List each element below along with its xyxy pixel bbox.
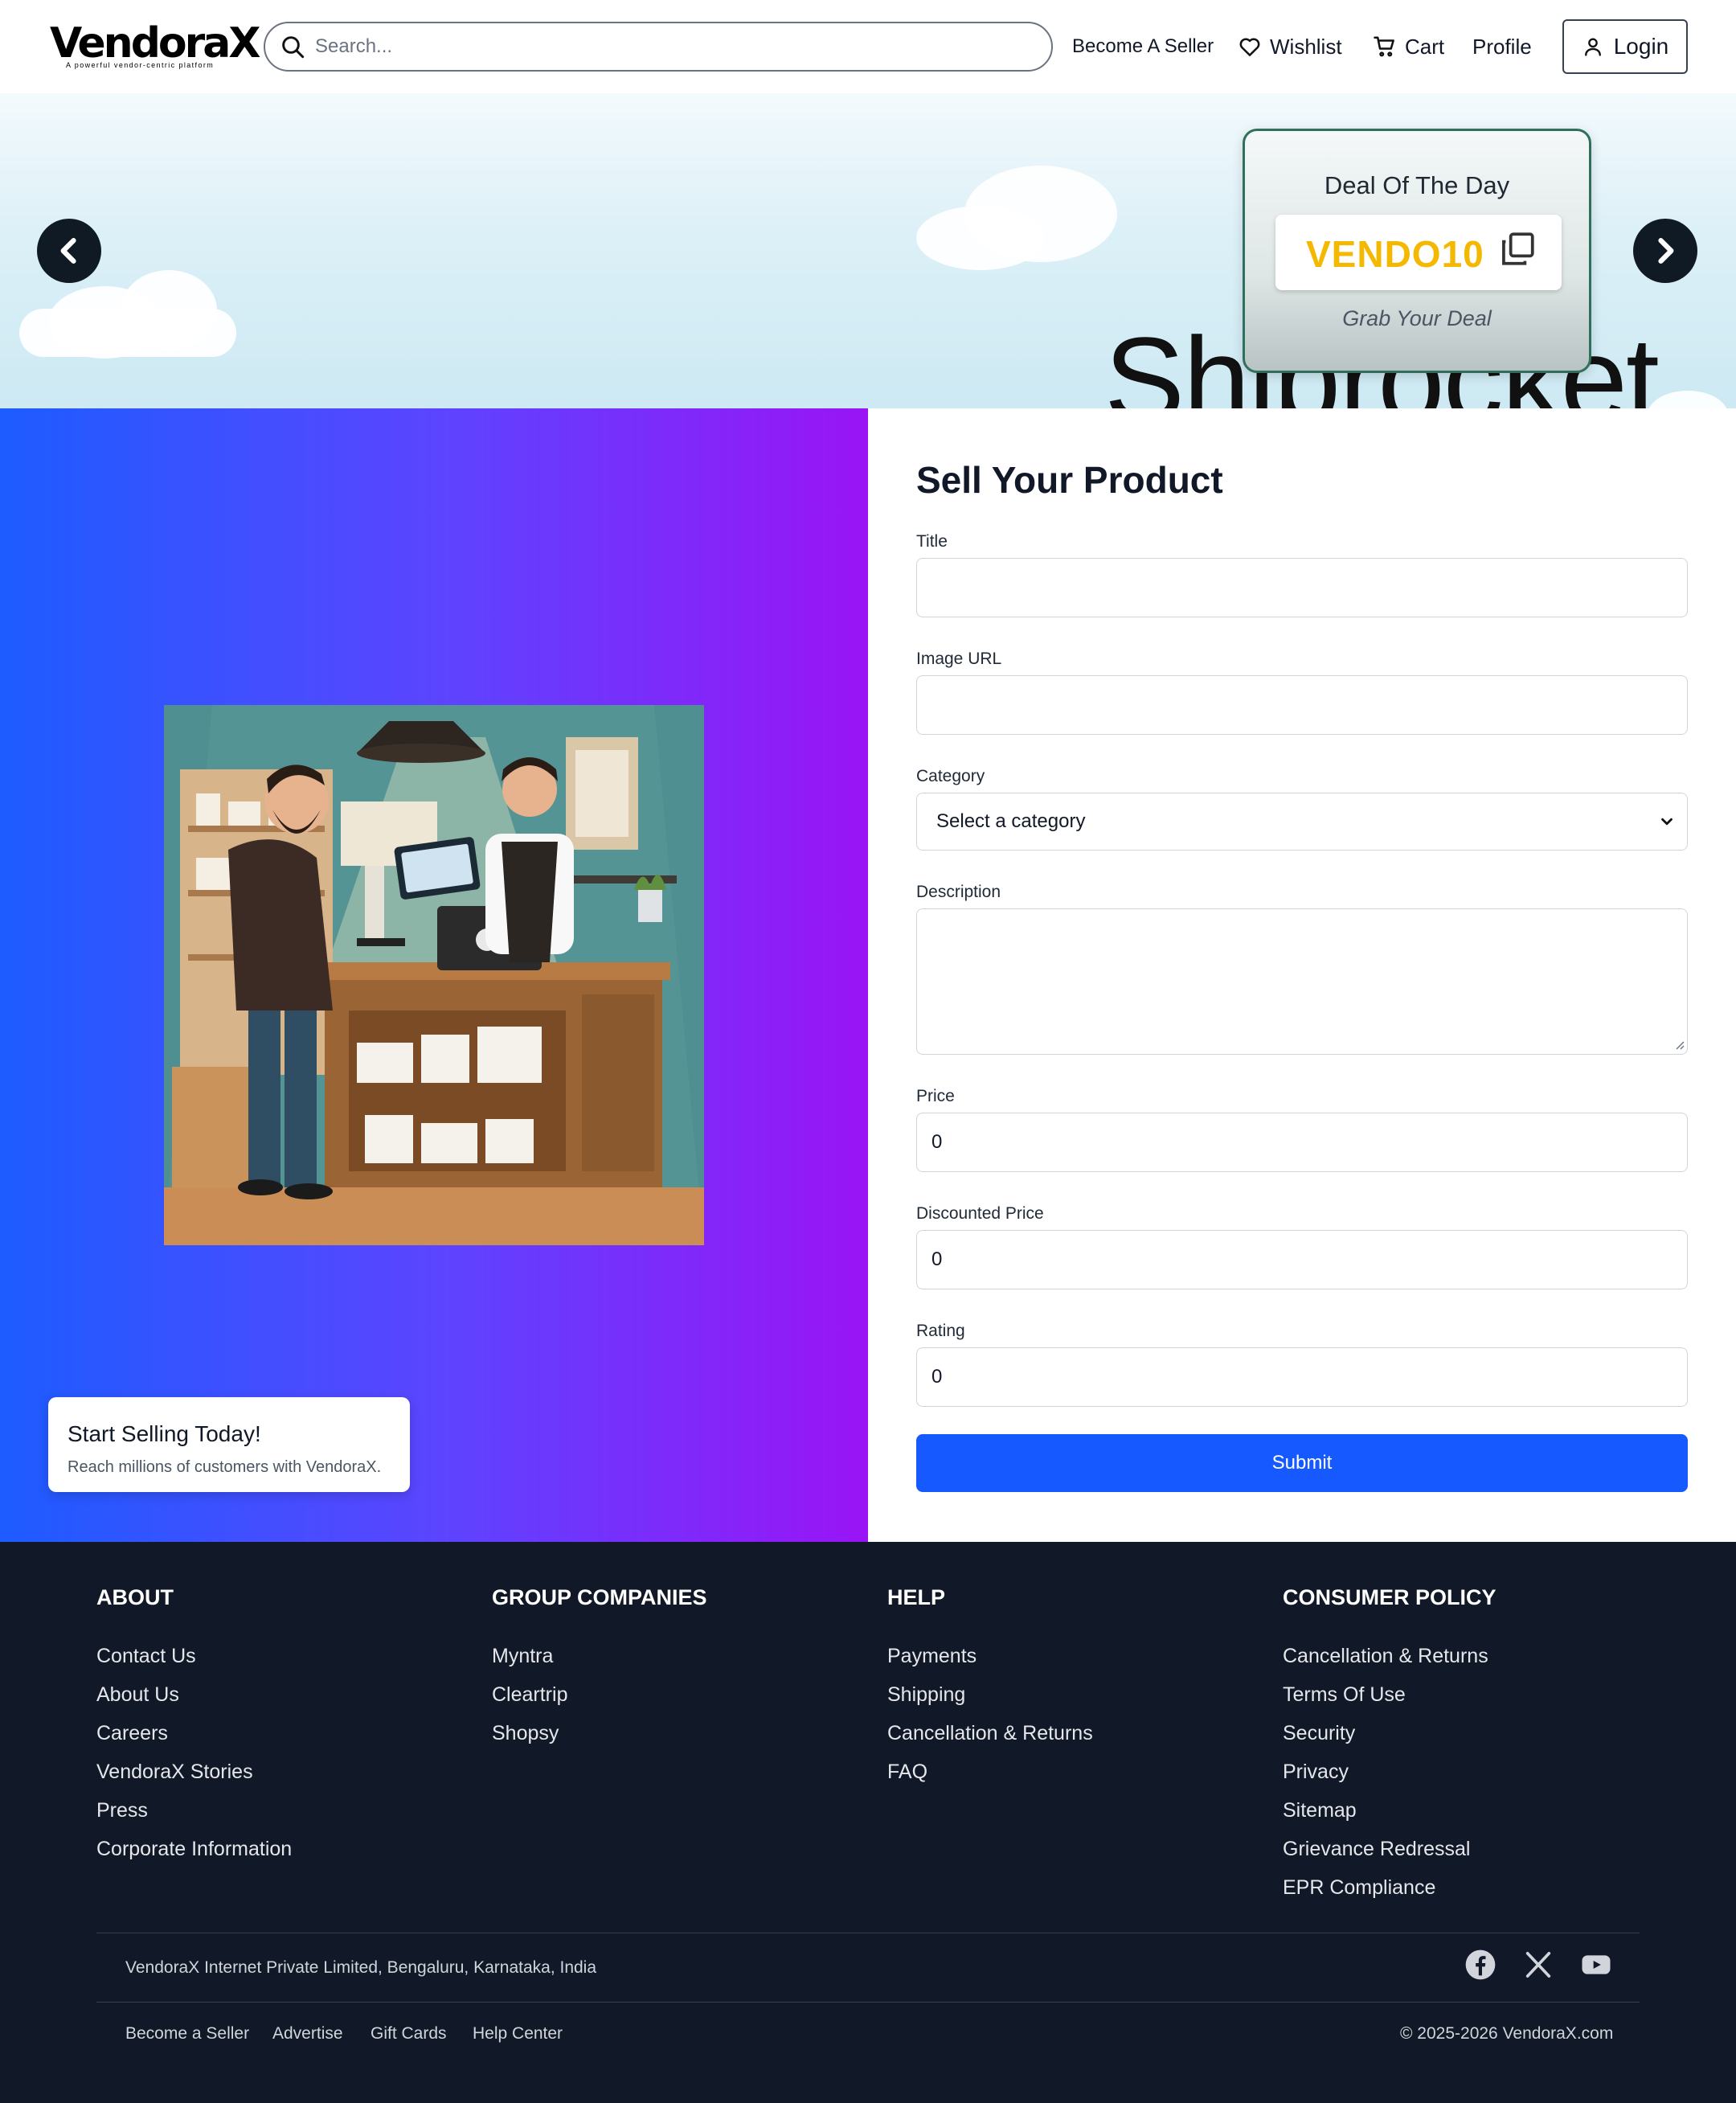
profile-label: Profile [1472, 34, 1532, 59]
footer-link[interactable]: VendoraX Stories [96, 1752, 292, 1791]
footer-heading: HELP [887, 1585, 946, 1609]
footer-link[interactable]: FAQ [887, 1752, 1093, 1791]
category-select[interactable]: Select a category [916, 793, 1688, 851]
footer-link[interactable]: Security [1283, 1714, 1496, 1752]
footer-link[interactable]: About Us [96, 1675, 292, 1714]
submit-button[interactable]: Submit [916, 1434, 1688, 1492]
footer-link[interactable]: Cleartrip [492, 1675, 707, 1714]
footer-heading: ABOUT [96, 1585, 174, 1609]
wishlist-link[interactable]: Wishlist [1238, 31, 1342, 63]
heart-icon [1239, 38, 1260, 56]
coupon-code: VENDO10 [1306, 233, 1484, 275]
cart-link[interactable]: Cart [1373, 31, 1444, 63]
footer-column-group-companies: GROUP COMPANIES Myntra Cleartrip Shopsy [492, 1585, 707, 1752]
cart-icon [1374, 36, 1394, 57]
discounted-price-input[interactable]: 0 [916, 1230, 1688, 1289]
facebook-icon[interactable] [1464, 1949, 1496, 1981]
chevron-left-icon [60, 238, 76, 264]
category-selected-value: Select a category [936, 810, 1086, 832]
category-label: Category [916, 767, 985, 785]
footer-link[interactable]: Cancellation & Returns [1283, 1637, 1496, 1675]
cloud-decoration [916, 206, 1045, 270]
image-url-label: Image URL [916, 650, 1002, 668]
user-icon [1584, 38, 1601, 56]
help-center-link[interactable]: Help Center [473, 2024, 563, 2044]
youtube-icon[interactable] [1580, 1949, 1612, 1981]
search-bar [264, 22, 1053, 72]
footer-column-about: ABOUT Contact Us About Us Careers Vendor… [96, 1585, 292, 1868]
discounted-price-label: Discounted Price [916, 1204, 1044, 1223]
cart-label: Cart [1405, 34, 1445, 59]
rating-input[interactable]: 0 [916, 1347, 1688, 1407]
footer-link[interactable]: Corporate Information [96, 1830, 292, 1868]
profile-link[interactable]: Profile [1472, 31, 1532, 63]
promo-title: Start Selling Today! [68, 1421, 261, 1446]
carousel-prev-button[interactable] [37, 219, 101, 283]
price-label: Price [916, 1087, 955, 1105]
footer-link[interactable]: Careers [96, 1714, 292, 1752]
search-input[interactable] [315, 35, 1022, 58]
deal-subtitle: Grab Your Deal [1342, 306, 1492, 330]
title-label: Title [916, 532, 948, 551]
form-title: Sell Your Product [916, 459, 1223, 501]
wishlist-label: Wishlist [1270, 34, 1342, 59]
deal-title: Deal Of The Day [1324, 171, 1510, 199]
hero-carousel: Shiprocket Deal Of The Day VENDO10 Grab … [0, 93, 1736, 408]
sell-product-form: Sell Your Product Title Image URL Catego… [868, 408, 1736, 1542]
search-icon [282, 36, 305, 59]
resize-handle-icon[interactable] [1675, 1040, 1685, 1050]
footer-link[interactable]: Shopsy [492, 1714, 707, 1752]
footer-column-consumer-policy: CONSUMER POLICY Cancellation & Returns T… [1283, 1585, 1496, 1907]
description-label: Description [916, 883, 1001, 901]
footer-link[interactable]: Grievance Redressal [1283, 1830, 1496, 1868]
x-icon[interactable] [1522, 1949, 1554, 1981]
seller-illustration [164, 705, 704, 1245]
image-url-input[interactable] [916, 675, 1688, 735]
footer-link[interactable]: Privacy [1283, 1752, 1496, 1791]
header: VendoraX A powerful vendor-centric platf… [0, 0, 1736, 93]
company-address: VendoraX Internet Private Limited, Benga… [125, 1958, 597, 1977]
footer: ABOUT Contact Us About Us Careers Vendor… [0, 1542, 1736, 2103]
footer-link[interactable]: Sitemap [1283, 1791, 1496, 1830]
footer-link[interactable]: Cancellation & Returns [887, 1714, 1093, 1752]
description-textarea[interactable] [916, 908, 1688, 1055]
advertise-link[interactable]: Advertise [272, 2024, 343, 2044]
footer-link[interactable]: Press [96, 1791, 292, 1830]
login-button[interactable]: Login [1562, 19, 1688, 74]
become-seller-footer-link[interactable]: Become a Seller [125, 2024, 249, 2044]
footer-column-help: HELP Payments Shipping Cancellation & Re… [887, 1585, 1093, 1791]
logo-text: VendoraX [50, 19, 260, 68]
become-seller-label: Become A Seller [1072, 35, 1214, 57]
copyright-text: © 2025-2026 VendoraX.com [1400, 2024, 1614, 2043]
footer-link[interactable]: Shipping [887, 1675, 1093, 1714]
promo-subtitle: Reach millions of customers with Vendora… [68, 1458, 382, 1476]
logo[interactable]: VendoraX A powerful vendor-centric platf… [50, 19, 260, 71]
carousel-next-button[interactable] [1633, 219, 1697, 283]
rating-label: Rating [916, 1322, 965, 1340]
title-input[interactable] [916, 558, 1688, 617]
login-label: Login [1613, 34, 1669, 59]
start-selling-card: Start Selling Today! Reach millions of c… [48, 1397, 410, 1492]
footer-link[interactable]: EPR Compliance [1283, 1868, 1496, 1907]
footer-link[interactable]: Terms Of Use [1283, 1675, 1496, 1714]
footer-heading: CONSUMER POLICY [1283, 1585, 1496, 1609]
become-seller-link[interactable]: Become A Seller [1072, 31, 1214, 63]
cloud-decoration [1648, 391, 1728, 408]
logo-tagline: A powerful vendor-centric platform [66, 61, 215, 69]
seller-promo-panel: Start Selling Today! Reach millions of c… [0, 408, 868, 1542]
copy-icon[interactable] [1497, 229, 1537, 269]
chevron-down-icon [1661, 818, 1673, 826]
footer-link[interactable]: Contact Us [96, 1637, 292, 1675]
cloud-decoration [19, 309, 236, 357]
deal-of-the-day-card: Deal Of The Day VENDO10 Grab Your Deal [1243, 129, 1591, 373]
footer-divider [96, 2002, 1640, 2003]
footer-link[interactable]: Payments [887, 1637, 1093, 1675]
gift-cards-link[interactable]: Gift Cards [371, 2024, 447, 2044]
coupon-box: VENDO10 [1275, 215, 1562, 290]
footer-heading: GROUP COMPANIES [492, 1585, 707, 1609]
chevron-right-icon [1658, 238, 1674, 264]
price-input[interactable]: 0 [916, 1113, 1688, 1172]
footer-link[interactable]: Myntra [492, 1637, 707, 1675]
